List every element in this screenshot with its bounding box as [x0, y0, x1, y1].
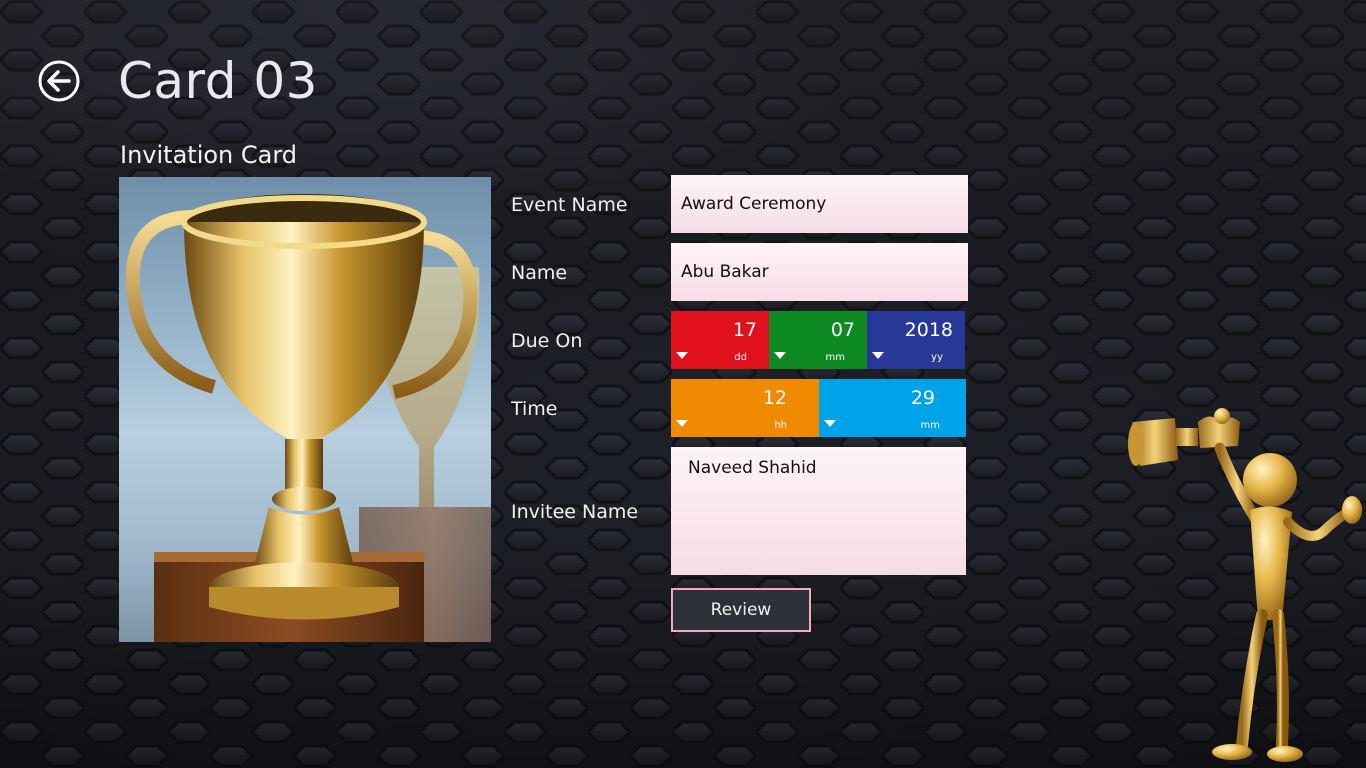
- page-title: Card 03: [118, 52, 318, 110]
- minute-value: 29: [910, 387, 935, 409]
- time-label: Time: [511, 398, 558, 420]
- caret-down-icon: [676, 420, 688, 427]
- minute-picker[interactable]: 29 mm: [819, 379, 966, 437]
- month-value: 07: [830, 319, 855, 341]
- trophy-image: [119, 177, 491, 642]
- month-unit: mm: [825, 352, 845, 363]
- year-value: 2018: [904, 319, 953, 341]
- due-on-label: Due On: [511, 330, 583, 352]
- hour-picker[interactable]: 12 hh: [671, 379, 819, 437]
- day-value: 17: [732, 319, 757, 341]
- section-title: Invitation Card: [120, 141, 298, 169]
- caret-down-icon: [676, 352, 688, 359]
- hour-unit: hh: [774, 420, 787, 431]
- year-picker[interactable]: 2018 yy: [867, 311, 965, 369]
- month-picker[interactable]: 07 mm: [769, 311, 867, 369]
- minute-unit: mm: [920, 420, 940, 431]
- name-input[interactable]: [671, 243, 968, 301]
- day-unit: dd: [734, 352, 747, 363]
- invitee-name-label: Invitee Name: [511, 501, 639, 523]
- name-label: Name: [511, 262, 568, 284]
- event-name-input[interactable]: [671, 175, 968, 233]
- invitee-name-input[interactable]: Naveed Shahid: [671, 447, 966, 575]
- caret-down-icon: [774, 352, 786, 359]
- review-button[interactable]: Review: [671, 588, 811, 632]
- golden-figure-trophy-icon: [1128, 408, 1362, 762]
- event-name-label: Event Name: [511, 194, 628, 216]
- back-button[interactable]: [38, 60, 80, 102]
- arrow-left-circle-icon: [38, 60, 80, 102]
- day-picker[interactable]: 17 dd: [671, 311, 769, 369]
- caret-down-icon: [824, 420, 836, 427]
- hour-value: 12: [762, 387, 787, 409]
- caret-down-icon: [872, 352, 884, 359]
- year-unit: yy: [931, 352, 943, 363]
